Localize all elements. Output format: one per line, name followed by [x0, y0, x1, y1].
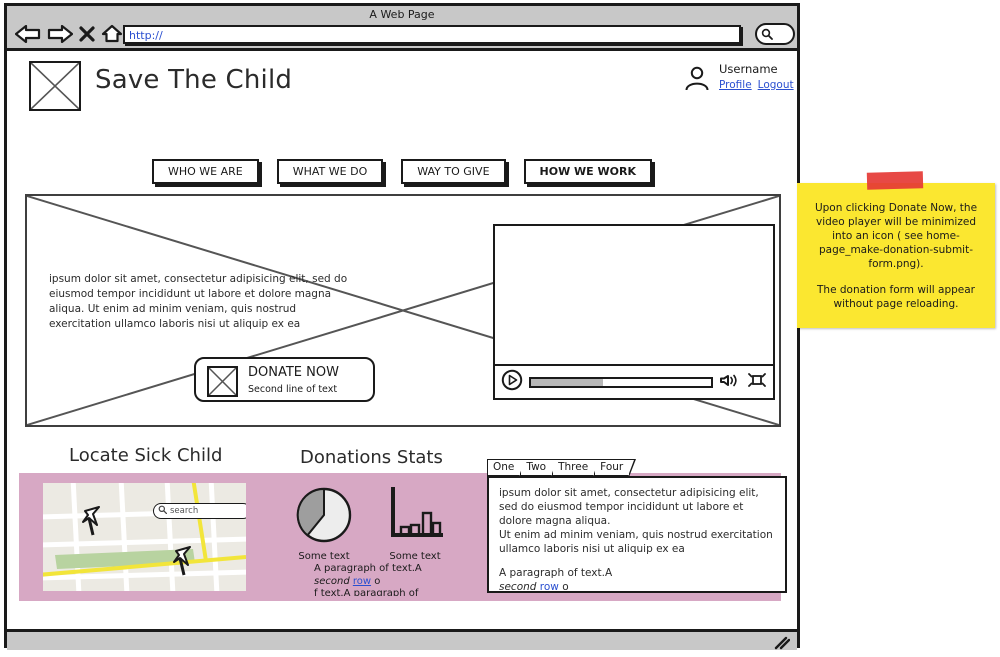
video-progress-fill	[531, 378, 603, 386]
fullscreen-icon[interactable]	[747, 371, 767, 393]
note-paragraph-2: The donation form will appear without pa…	[817, 284, 975, 310]
profile-link[interactable]: Profile	[719, 79, 752, 91]
tab-three[interactable]: Three	[552, 458, 602, 477]
url-input[interactable]: http://	[123, 25, 741, 44]
main-navigation: WHO WE ARE WHAT WE DO WAY TO GIVE HOW WE…	[7, 159, 797, 184]
tab-strip: One Two Three Four	[487, 458, 787, 477]
tab-one[interactable]: One	[487, 458, 528, 477]
hero-image-placeholder: ipsum dolor sit amet, consectetur adipis…	[25, 194, 781, 427]
user-links: Profile Logout	[719, 79, 797, 91]
stop-x-icon[interactable]	[79, 25, 95, 43]
username-label: Username	[719, 62, 778, 76]
logout-link[interactable]: Logout	[758, 79, 794, 91]
tab-widget: One Two Three Four ipsum dolor sit amet,…	[487, 458, 787, 593]
locate-sick-child-heading: Locate Sick Child	[69, 445, 223, 466]
browser-search-box[interactable]	[755, 23, 795, 45]
pink-panel-paragraph: A paragraph of text.A second row o f tex…	[314, 563, 484, 596]
donate-subtitle: Second line of text	[248, 384, 338, 395]
window-title: A Web Page	[369, 8, 435, 21]
tape-decoration	[866, 171, 924, 190]
pink-para-line2-post: o	[371, 575, 381, 587]
browser-chrome: A Web Page http://	[7, 6, 797, 51]
search-icon	[761, 25, 773, 44]
map-search-placeholder: search	[170, 506, 199, 516]
tab-line2: second row o	[499, 580, 775, 593]
pie-chart-graphic	[296, 487, 352, 543]
tab-four[interactable]: Four	[594, 458, 637, 477]
logo-image-placeholder[interactable]	[29, 61, 81, 111]
map-graphic	[43, 483, 246, 591]
tab-paragraph-2: Ut enim ad minim veniam, quis nostrud ex…	[499, 529, 773, 555]
user-icon	[683, 65, 711, 97]
pink-para-line2-pre: second	[314, 575, 353, 587]
sticky-note-annotation: Upon clicking Donate Now, the video play…	[797, 171, 995, 328]
site-header: Save The Child Username Profile Logout	[7, 51, 797, 129]
tab-line2-pre: second	[499, 581, 540, 593]
bar-chart: Some text	[387, 487, 443, 562]
back-arrow-icon[interactable]	[15, 24, 41, 43]
nav-item-how-we-work[interactable]: HOW WE WORK	[523, 159, 652, 184]
donate-image-placeholder	[207, 366, 238, 397]
bar-chart-label: Some text	[389, 551, 441, 562]
page-viewport: Save The Child Username Profile Logout WH…	[7, 51, 797, 629]
sticky-note-body: Upon clicking Donate Now, the video play…	[797, 183, 995, 311]
screenshot-stage: A Web Page http:// Save The Child Userna…	[0, 0, 1000, 657]
browser-nav-icons	[15, 24, 123, 43]
note-paragraph-1: Upon clicking Donate Now, the video play…	[814, 202, 978, 270]
video-player[interactable]	[493, 224, 775, 400]
donate-now-button[interactable]: DONATE NOW Second line of text	[194, 357, 375, 402]
donate-title: DONATE NOW	[248, 365, 339, 380]
bar-chart-graphic	[391, 487, 443, 537]
home-icon[interactable]	[101, 24, 123, 43]
video-controls	[495, 366, 773, 398]
site-footer: Home|Link 1|Link 2|Link 3	[7, 607, 797, 629]
map-search-input[interactable]: search	[153, 503, 246, 519]
tab-panel-content: ipsum dolor sit amet, consectetur adipis…	[487, 476, 787, 593]
browser-status-bar	[7, 629, 797, 650]
pink-para-line1: A paragraph of text.A	[314, 563, 422, 574]
volume-icon[interactable]	[719, 371, 741, 393]
map-widget[interactable]: search	[43, 483, 246, 591]
pie-chart-label: Some text	[298, 551, 350, 562]
tab-line2-post: o	[558, 581, 569, 593]
search-icon	[158, 505, 168, 517]
resize-grip-icon[interactable]	[774, 635, 791, 654]
donations-stats-heading: Donations Stats	[300, 447, 443, 468]
pink-para-line3: f text.A paragraph of	[314, 588, 419, 596]
tab-paragraph-1: ipsum dolor sit amet, consectetur adipis…	[499, 487, 759, 527]
browser-window: A Web Page http:// Save The Child Userna…	[4, 3, 800, 650]
nav-item-who-we-are[interactable]: WHO WE ARE	[151, 159, 259, 184]
pink-para-row-link[interactable]: row	[353, 576, 371, 587]
nav-item-what-we-do[interactable]: WHAT WE DO	[276, 159, 384, 184]
play-icon[interactable]	[501, 369, 523, 395]
video-progress-bar[interactable]	[529, 376, 713, 388]
pie-chart: Some text	[296, 487, 352, 562]
tab-row-link[interactable]: row	[540, 581, 559, 591]
hero-body-text: ipsum dolor sit amet, consectetur adipis…	[49, 273, 348, 330]
tab-line1: A paragraph of text.A	[499, 567, 613, 579]
nav-item-way-to-give[interactable]: WAY TO GIVE	[401, 159, 506, 184]
site-title: Save The Child	[95, 65, 293, 95]
forward-arrow-icon[interactable]	[47, 24, 73, 43]
video-screen[interactable]	[495, 226, 773, 366]
